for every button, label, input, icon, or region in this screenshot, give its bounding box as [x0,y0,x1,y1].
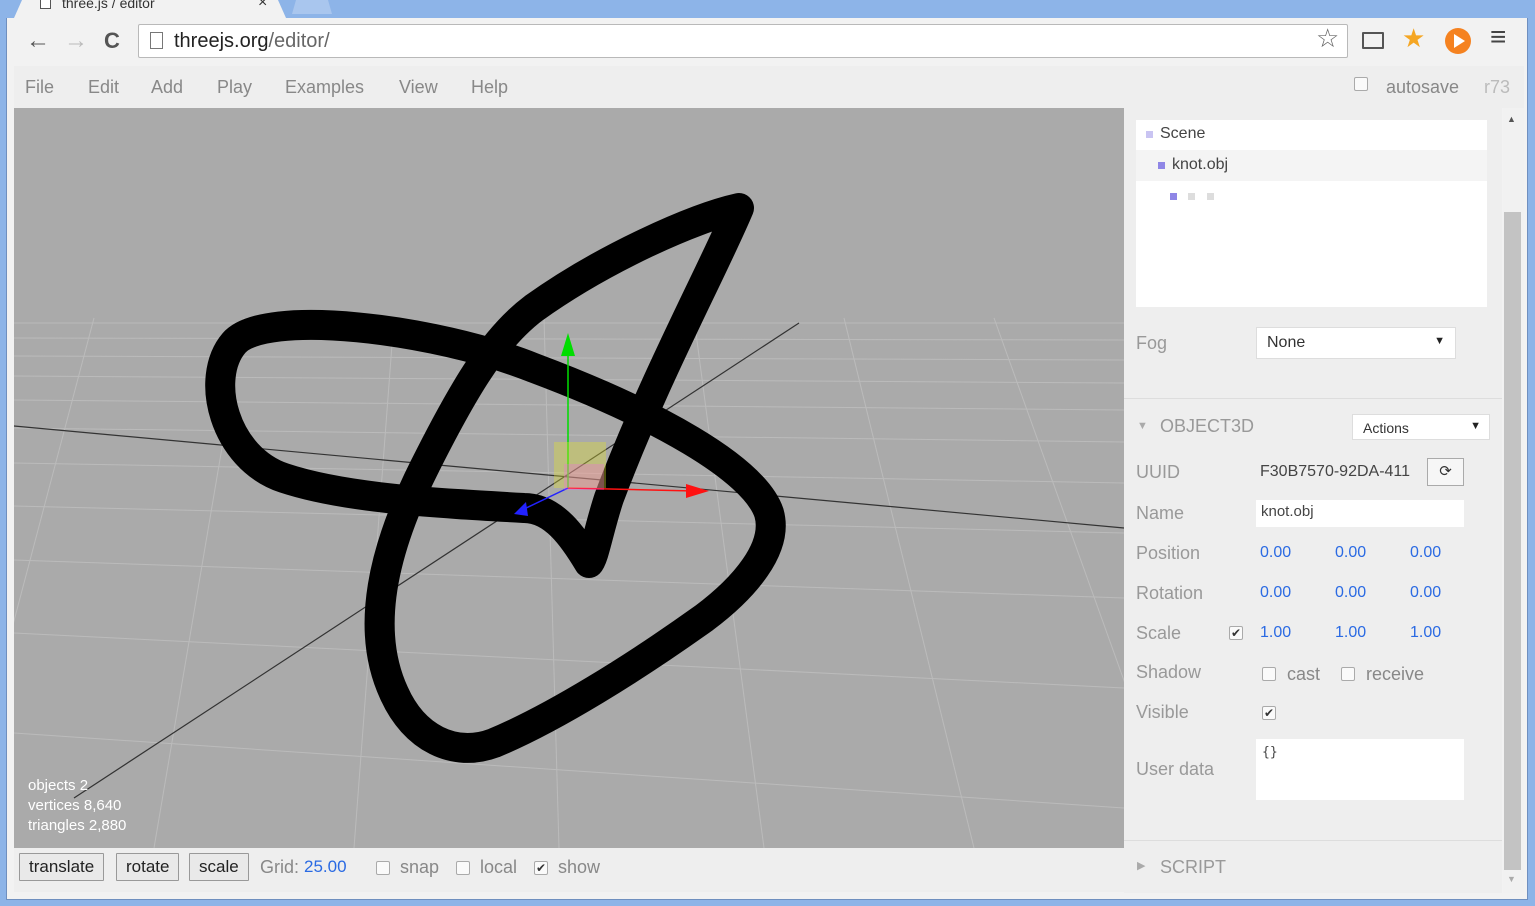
actions-select-value: Actions [1363,420,1409,436]
viewport-stats: objects 2 vertices 8,640 triangles 2,880 [28,776,126,836]
fog-label: Fog [1136,333,1168,353]
renew-uuid-button[interactable]: ⟳ [1427,458,1464,486]
stats-objects: objects 2 [28,777,89,794]
geometry-icon [1170,193,1177,200]
grid-size-value[interactable]: 25.00 [304,857,347,877]
expand-triangle-icon[interactable]: ▶ [1137,859,1145,872]
menu-edit[interactable]: Edit [88,77,119,98]
viewport-scene [14,108,1124,848]
url-path: /editor/ [268,30,330,52]
object3d-header: OBJECT3D [1160,416,1255,436]
viewport[interactable] [14,108,1124,848]
grid-label: Grid: [260,857,300,877]
forward-icon[interactable]: → [64,26,88,56]
scale-lock-checkbox[interactable]: ✔ [1229,626,1243,640]
extension-star-icon[interactable]: ★ [1402,25,1425,51]
userdata-textarea[interactable]: {} [1256,739,1464,800]
scroll-up-icon[interactable]: ▲ [1507,114,1516,124]
uuid-label: UUID [1136,462,1180,482]
userdata-label: User data [1136,759,1215,779]
position-x[interactable]: 0.00 [1260,544,1291,562]
back-icon[interactable]: ← [26,26,50,56]
shadow-label: Shadow [1136,662,1202,682]
tab-close-icon[interactable]: × [258,0,267,12]
page-info-icon[interactable] [150,32,163,49]
menu-file[interactable]: File [25,77,54,98]
menu-view[interactable]: View [399,77,438,98]
new-tab-button[interactable] [292,0,332,14]
scrollbar-thumb[interactable] [1504,212,1521,870]
script-icon [1207,193,1214,200]
section-divider [1124,398,1502,399]
menu-examples[interactable]: Examples [285,77,364,98]
visible-checkbox[interactable]: ✔ [1262,706,1276,720]
url-text: threejs.org/editor/ [174,28,330,54]
cast-label: cast [1287,664,1321,684]
scene-outliner[interactable] [1136,120,1487,307]
cast-icon[interactable] [1362,32,1384,49]
browser-menu-icon[interactable]: ≡ [1490,23,1506,51]
bookmark-star-icon[interactable]: ☆ [1316,25,1339,51]
show-label: show [558,857,601,877]
play-glyph [1454,34,1465,48]
rotation-y[interactable]: 0.00 [1335,584,1366,602]
stats-vertices: vertices 8,640 [28,797,122,814]
fog-select[interactable]: None ▼ [1256,327,1456,359]
page-icon [40,0,51,9]
local-label: local [480,857,518,877]
scale-y[interactable]: 1.00 [1335,624,1366,642]
visible-label: Visible [1136,702,1189,722]
menu-help[interactable]: Help [471,77,508,98]
scale-x[interactable]: 1.00 [1260,624,1291,642]
section-divider [1124,840,1502,841]
stats-triangles: triangles 2,880 [28,817,127,834]
scale-button[interactable]: scale [189,853,249,881]
snap-checkbox[interactable] [376,861,390,875]
position-label: Position [1136,543,1201,563]
position-y[interactable]: 0.00 [1335,544,1366,562]
fog-select-value: None [1267,334,1306,351]
receive-label: receive [1366,664,1425,684]
refresh-icon: ⟳ [1439,463,1452,480]
outliner-scene[interactable]: Scene [1160,125,1205,143]
object-icon [1158,162,1165,169]
translate-button[interactable]: translate [19,853,105,881]
position-z[interactable]: 0.00 [1410,544,1441,562]
script-header[interactable]: SCRIPT [1160,857,1226,878]
rotation-x[interactable]: 0.00 [1260,584,1291,602]
rotate-button[interactable]: rotate [116,853,180,881]
url-host: threejs.org [174,30,269,52]
name-label: Name [1136,503,1185,523]
material-icon [1188,193,1195,200]
actions-select[interactable]: Actions ▼ [1352,414,1490,440]
scale-label: Scale [1136,623,1182,643]
snap-label: snap [400,857,440,877]
menu-add[interactable]: Add [151,77,183,98]
uuid-value: F30B7570-92DA-411 [1260,463,1411,480]
menu-play[interactable]: Play [217,77,252,98]
reload-icon[interactable]: C [104,26,120,56]
tab-title: three.js / editor [62,0,155,11]
show-checkbox[interactable]: ✔ [534,861,548,875]
receive-shadow-checkbox[interactable] [1341,667,1355,681]
collapse-triangle-icon[interactable]: ▼ [1137,420,1148,432]
chevron-down-icon: ▼ [1434,335,1445,347]
chevron-down-icon: ▼ [1470,420,1481,432]
local-checkbox[interactable] [456,861,470,875]
outliner-object[interactable]: knot.obj [1172,156,1228,174]
scroll-down-icon[interactable]: ▼ [1507,874,1516,884]
autosave-label: autosave [1386,77,1460,97]
scene-icon [1146,131,1153,138]
name-input[interactable]: knot.obj [1256,500,1464,527]
cast-shadow-checkbox[interactable] [1262,667,1276,681]
rotation-z[interactable]: 0.00 [1410,584,1441,602]
autosave-checkbox[interactable] [1354,77,1368,91]
version-label: r73 [1484,77,1511,97]
scale-z[interactable]: 1.00 [1410,624,1441,642]
extension-play-icon[interactable] [1445,28,1471,54]
rotation-label: Rotation [1136,583,1204,603]
